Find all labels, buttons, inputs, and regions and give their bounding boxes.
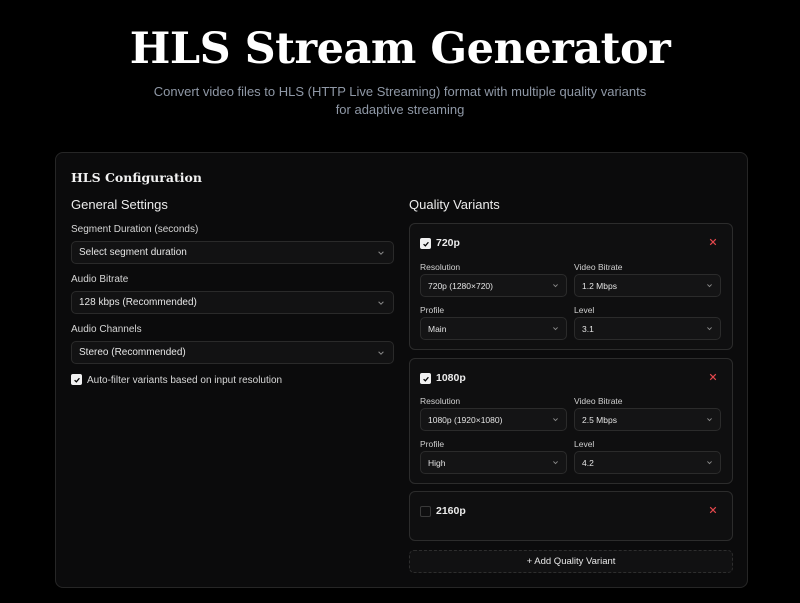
chevron-down-icon — [552, 458, 559, 468]
page-subtitle: Convert video files to HLS (HTTP Live St… — [153, 84, 647, 117]
variant-name: 720p — [436, 237, 460, 249]
video-bitrate-value: 1.2 Mbps — [582, 280, 617, 291]
remove-variant-1080p-button[interactable] — [707, 371, 719, 383]
variant-1080p-bitrate-select[interactable]: 2.5 Mbps — [574, 408, 721, 431]
variant-card-720p: 720p Resolution 720p (1280×720) Video Bi… — [409, 223, 733, 350]
audio-channels-label: Audio Channels — [71, 324, 142, 335]
variant-720p-level-select[interactable]: 3.1 — [574, 317, 721, 340]
variant-1080p-resolution-select[interactable]: 1080p (1920×1080) — [420, 408, 567, 431]
variant-720p-profile-select[interactable]: Main — [420, 317, 567, 340]
chevron-down-icon — [552, 281, 559, 291]
variant-name: 2160p — [436, 505, 466, 517]
page-title: HLS Stream Generator — [129, 24, 671, 74]
resolution-label: Resolution — [420, 396, 461, 406]
close-icon — [709, 373, 717, 381]
chevron-down-icon — [706, 324, 713, 334]
resolution-value: 1080p (1920×1080) — [428, 414, 503, 425]
level-label: Level — [574, 439, 595, 449]
profile-label: Profile — [420, 305, 445, 315]
chevron-down-icon — [552, 415, 559, 425]
check-icon — [422, 376, 429, 382]
variant-1080p-level-select[interactable]: 4.2 — [574, 451, 721, 474]
variant-card-1080p: 1080p Resolution 1080p (1920×1080) Video… — [409, 358, 733, 484]
chevron-down-icon — [706, 415, 713, 425]
video-bitrate-label: Video Bitrate — [574, 262, 623, 272]
auto-filter-label: Auto-filter variants based on input reso… — [87, 375, 283, 386]
audio-bitrate-label: Audio Bitrate — [71, 274, 129, 285]
video-bitrate-label: Video Bitrate — [574, 396, 623, 406]
quality-variants-title: Quality Variants — [409, 197, 500, 212]
card-title: HLS Configuration — [71, 170, 202, 185]
profile-value: High — [428, 457, 446, 468]
check-icon — [73, 377, 80, 383]
variant-card-2160p: 2160p — [409, 491, 733, 541]
audio-bitrate-value: 128 kbps (Recommended) — [79, 297, 197, 308]
chevron-down-icon — [376, 248, 386, 258]
variant-1080p-profile-select[interactable]: High — [420, 451, 567, 474]
variant-2160p-checkbox[interactable] — [420, 506, 431, 517]
profile-label: Profile — [420, 439, 445, 449]
chevron-down-icon — [706, 281, 713, 291]
audio-channels-value: Stereo (Recommended) — [79, 347, 186, 358]
variant-720p-resolution-select[interactable]: 720p (1280×720) — [420, 274, 567, 297]
audio-channels-select[interactable]: Stereo (Recommended) — [71, 341, 394, 364]
profile-value: Main — [428, 323, 447, 334]
audio-bitrate-select[interactable]: 128 kbps (Recommended) — [71, 291, 394, 314]
variant-name: 1080p — [436, 372, 466, 384]
check-icon — [422, 241, 429, 247]
add-quality-variant-button[interactable]: + Add Quality Variant — [409, 550, 733, 573]
variant-720p-checkbox[interactable] — [420, 238, 431, 249]
level-label: Level — [574, 305, 595, 315]
resolution-value: 720p (1280×720) — [428, 280, 493, 291]
resolution-label: Resolution — [420, 262, 461, 272]
chevron-down-icon — [376, 298, 386, 308]
variant-720p-bitrate-select[interactable]: 1.2 Mbps — [574, 274, 721, 297]
close-icon — [709, 238, 717, 246]
chevron-down-icon — [552, 324, 559, 334]
general-settings-title: General Settings — [71, 197, 168, 212]
video-bitrate-value: 2.5 Mbps — [582, 414, 617, 425]
segment-duration-label: Segment Duration (seconds) — [71, 224, 199, 235]
level-value: 3.1 — [582, 323, 594, 334]
level-value: 4.2 — [582, 457, 594, 468]
segment-duration-select[interactable]: Select segment duration — [71, 241, 394, 264]
hls-configuration-card: HLS Configuration General Settings Segme… — [55, 152, 748, 588]
remove-variant-2160p-button[interactable] — [707, 504, 719, 516]
remove-variant-720p-button[interactable] — [707, 236, 719, 248]
auto-filter-checkbox[interactable] — [71, 374, 82, 385]
segment-duration-value: Select segment duration — [79, 247, 187, 258]
chevron-down-icon — [376, 348, 386, 358]
chevron-down-icon — [706, 458, 713, 468]
variant-1080p-checkbox[interactable] — [420, 373, 431, 384]
close-icon — [709, 506, 717, 514]
